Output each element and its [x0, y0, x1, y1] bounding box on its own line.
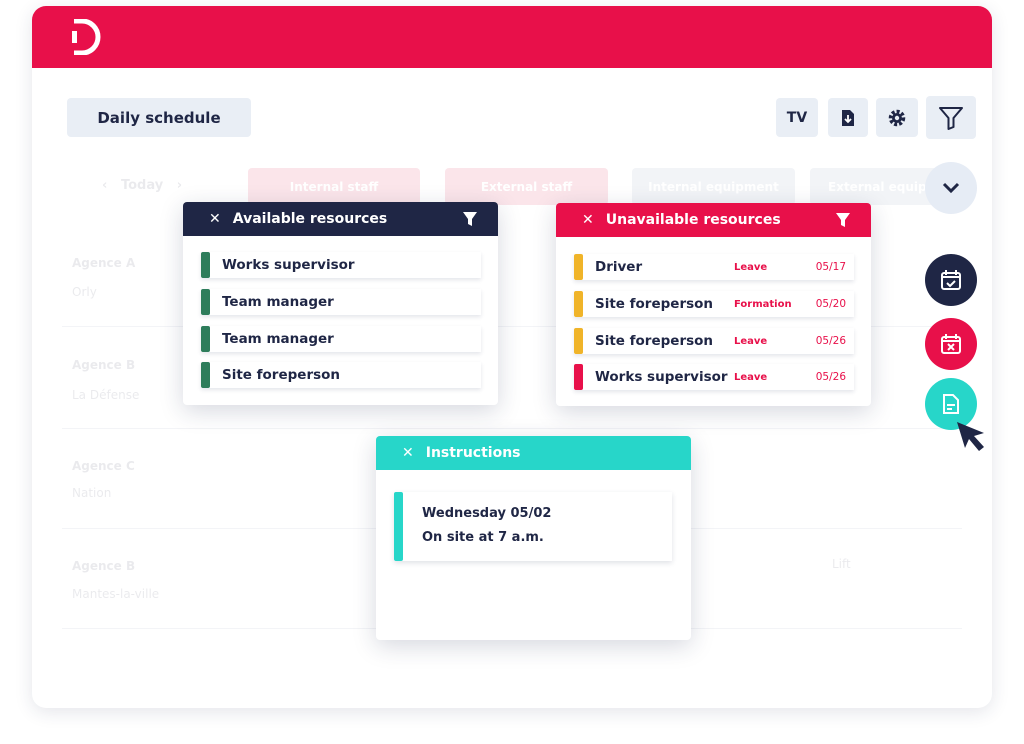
unavailability-reason: Leave [734, 261, 768, 273]
instruction-card[interactable]: Wednesday 05/02 On site at 7 a.m. [394, 492, 672, 561]
list-item[interactable]: Site foreperson Leave 05/26 [574, 328, 854, 354]
close-icon[interactable]: ✕ [582, 212, 594, 228]
list-item[interactable]: Works supervisor Leave 05/26 [574, 364, 854, 390]
status-bar [574, 328, 583, 354]
unavailability-date: 05/20 [815, 298, 846, 310]
tab-internal-staff[interactable]: Internal staff [248, 168, 420, 205]
unavailability-reason: Formation [734, 298, 792, 310]
status-bar [574, 254, 583, 280]
unavailable-resources-button[interactable] [925, 318, 977, 370]
filter-button[interactable] [926, 96, 976, 139]
today-nav[interactable]: ‹ Today › [102, 178, 182, 193]
collapse-button[interactable] [925, 162, 977, 214]
export-file-icon [842, 109, 854, 126]
list-item[interactable]: Driver Leave 05/17 [574, 254, 854, 280]
close-icon[interactable]: ✕ [209, 211, 221, 227]
row-site: Orly [72, 285, 97, 299]
tab-external-staff[interactable]: External staff [445, 168, 608, 205]
resource-name: Team manager [222, 294, 334, 310]
filter-icon [939, 106, 963, 130]
chevron-down-icon [942, 182, 960, 194]
close-icon[interactable]: ✕ [402, 445, 414, 461]
unavailability-date: 05/26 [815, 335, 846, 347]
list-item[interactable]: Site foreperson [201, 362, 481, 388]
resource-name: Site foreperson [595, 333, 714, 349]
status-bar [201, 252, 210, 278]
status-bar [574, 291, 583, 317]
instruction-date: Wednesday 05/02 [422, 506, 552, 521]
calendar-x-icon [941, 334, 961, 354]
unavailability-reason: Leave [734, 335, 768, 347]
list-item[interactable]: Team manager [201, 326, 481, 352]
status-bar [394, 492, 403, 561]
row-agency: Agence A [72, 256, 136, 270]
mouse-cursor-icon [957, 422, 984, 451]
document-icon [943, 394, 959, 414]
row-site: Mantes-la-ville [72, 587, 160, 601]
status-bar [201, 326, 210, 352]
filter-icon[interactable] [462, 211, 478, 227]
faded-item: Lift [832, 557, 851, 571]
list-item[interactable]: Team manager [201, 289, 481, 315]
gear-icon [888, 109, 906, 126]
resource-name: Site foreperson [222, 367, 341, 383]
unavailability-date: 05/26 [815, 371, 846, 383]
row-site: Nation [72, 486, 112, 500]
available-resources-button[interactable] [925, 254, 977, 306]
panel-header: ✕ Available resources [183, 202, 498, 236]
resource-name: Works supervisor [595, 369, 728, 385]
app-header [32, 6, 992, 68]
settings-button[interactable] [876, 98, 918, 137]
today-label: Today [120, 178, 164, 193]
resource-name: Works supervisor [222, 257, 355, 273]
panel-header: ✕ Unavailable resources [556, 203, 871, 237]
unavailability-date: 05/17 [815, 261, 846, 273]
list-item[interactable]: Works supervisor [201, 252, 481, 278]
row-agency: Agence C [72, 459, 135, 473]
panel-title: Unavailable resources [605, 212, 781, 228]
panel-title: Available resources [232, 211, 388, 227]
status-bar [201, 362, 210, 388]
status-bar [574, 364, 583, 390]
panel-header: ✕ Instructions [376, 436, 691, 470]
instruction-text: On site at 7 a.m. [422, 530, 544, 545]
panel-title: Instructions [425, 445, 521, 461]
row-site: La Défense [72, 388, 140, 402]
row-agency: Agence B [72, 559, 136, 573]
logo [72, 19, 101, 55]
list-item[interactable]: Site foreperson Formation 05/20 [574, 291, 854, 317]
tab-internal-equipment[interactable]: Internal equipment [632, 168, 795, 205]
calendar-check-icon [941, 270, 961, 290]
resource-name: Team manager [222, 331, 334, 347]
resource-name: Site foreperson [595, 296, 714, 312]
available-resources-panel: ✕ Available resources Works supervisor T… [183, 202, 498, 405]
row-agency: Agence B [72, 358, 136, 372]
daily-schedule-button[interactable]: Daily schedule [67, 98, 251, 137]
export-button[interactable] [828, 98, 868, 137]
row-divider [62, 428, 962, 429]
tv-button[interactable]: TV [776, 98, 818, 137]
unavailability-reason: Leave [734, 371, 768, 383]
unavailable-resources-panel: ✕ Unavailable resources Driver Leave 05/17… [556, 203, 871, 406]
status-bar [201, 289, 210, 315]
resource-name: Driver [595, 259, 643, 275]
instructions-panel: ✕ Instructions Wednesday 05/02 On site a… [376, 436, 691, 640]
filter-icon[interactable] [835, 212, 851, 228]
